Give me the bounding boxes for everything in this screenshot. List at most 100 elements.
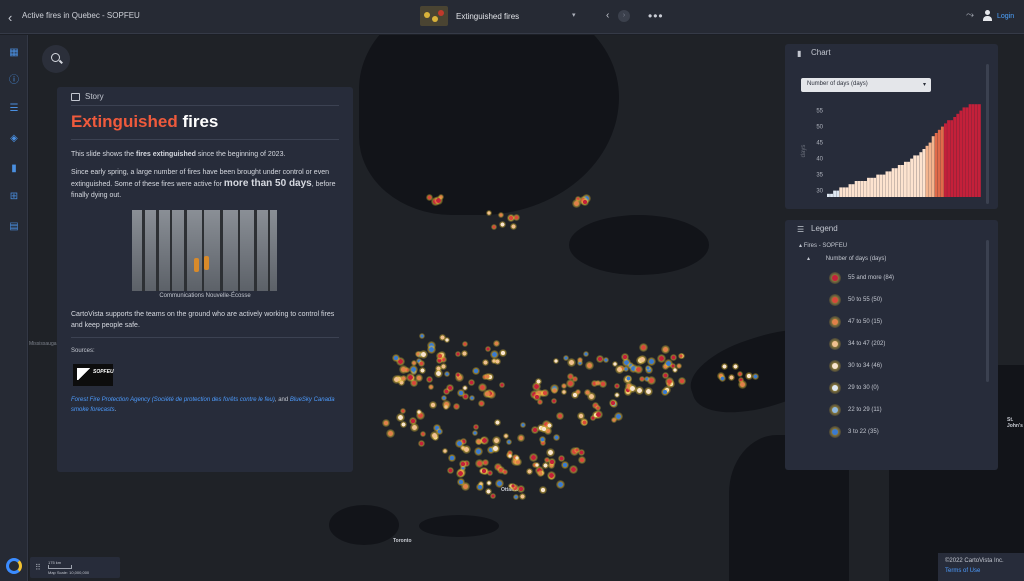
fire-point[interactable] [495,478,505,488]
chart-bar[interactable] [922,149,926,197]
chart-bar[interactable] [854,181,858,197]
chart-bar[interactable] [882,174,886,197]
map-icon[interactable]: ▦ [8,47,20,59]
chart-bar[interactable] [876,174,880,197]
chart-bar[interactable] [827,193,830,197]
chart-bar[interactable] [857,181,861,197]
fire-point[interactable] [453,402,461,410]
user-icon[interactable] [982,10,992,21]
fire-point[interactable] [498,348,507,357]
cartovista-logo-icon[interactable] [6,558,22,574]
fire-point[interactable] [454,350,461,357]
fire-point[interactable] [461,445,471,455]
fire-point[interactable] [481,358,489,366]
fire-point[interactable] [448,453,457,462]
legend-group[interactable]: ▴ Fires - SOPFEU [799,242,847,249]
book-icon[interactable]: ▤ [8,221,20,233]
info-icon[interactable]: ⓘ [8,75,20,87]
fire-point[interactable] [461,340,468,347]
chart-bar[interactable] [904,161,907,197]
chart-bar[interactable] [965,107,969,197]
chart-bar[interactable] [934,133,938,197]
fire-point[interactable] [502,432,509,439]
chart-bar[interactable] [977,104,981,197]
fire-point[interactable] [577,449,585,457]
chart-bar[interactable] [897,165,901,197]
chart-bar[interactable] [931,136,935,197]
chart-bar[interactable] [867,177,870,197]
search-icon[interactable] [42,45,70,73]
fire-point[interactable] [436,427,444,435]
chart-bar[interactable] [885,171,889,197]
fire-point[interactable] [416,408,423,415]
fire-point[interactable] [477,399,485,407]
days-bar-chart[interactable]: 30 35 40 45 50 55 days [799,99,989,203]
fire-point[interactable] [568,464,578,474]
fire-point[interactable] [433,369,443,379]
fire-point[interactable] [479,436,489,446]
fire-point[interactable] [485,480,492,487]
fire-point[interactable] [490,443,500,453]
fire-point[interactable] [483,372,491,380]
chart-bar[interactable] [910,158,914,197]
fire-point[interactable] [425,375,433,383]
fire-point[interactable] [475,482,484,491]
previous-slide-icon[interactable]: ‹ [606,10,609,21]
fire-point[interactable] [468,394,475,401]
chart-bar[interactable] [950,120,954,197]
fire-point[interactable] [513,454,520,461]
fire-point[interactable] [555,411,564,420]
fire-point[interactable] [614,411,624,421]
fire-point[interactable] [444,370,451,377]
fire-point[interactable] [530,426,539,435]
fire-point[interactable] [427,344,437,354]
fire-point[interactable] [643,387,653,397]
sopfeu-logo[interactable]: SOPFEU [73,364,114,386]
chart-bar[interactable] [830,193,833,197]
fire-point[interactable] [414,374,423,383]
chart-bar[interactable] [940,126,944,197]
chart-bar[interactable] [900,165,904,197]
fire-point[interactable] [447,466,455,474]
chart-bar[interactable] [894,168,898,197]
fire-point[interactable] [670,362,677,369]
fire-point[interactable] [720,362,728,370]
fire-point[interactable] [417,439,425,447]
more-options-icon[interactable]: ••• [648,9,664,23]
chart-bar[interactable] [968,104,972,197]
chevron-down-icon[interactable]: ▾ [572,11,576,19]
fire-point[interactable] [574,388,581,395]
fire-point[interactable] [419,431,426,438]
chart-bar[interactable] [928,142,932,197]
chart-bar[interactable] [870,177,873,197]
fire-point[interactable] [509,482,516,489]
fire-point[interactable] [585,360,595,370]
chart-bar[interactable] [959,110,963,197]
chart-bar[interactable] [962,107,966,197]
fire-point[interactable] [660,388,669,397]
fire-point[interactable] [490,223,497,230]
chart-bar[interactable] [947,120,950,197]
chart-bar[interactable] [925,145,929,197]
fire-point[interactable] [497,212,504,219]
fire-point[interactable] [638,343,648,353]
chart-icon[interactable]: ▮ [8,163,20,175]
chart-bar[interactable] [888,171,892,197]
fire-point[interactable] [737,379,747,389]
chart-bar[interactable] [971,104,975,197]
fire-point[interactable] [628,383,638,393]
fire-point[interactable] [545,422,553,430]
fire-point[interactable] [436,351,445,360]
chart-bar[interactable] [913,155,917,197]
chart-variable-select[interactable]: Number of days (days) ▾ [801,78,931,92]
fire-point[interactable] [506,214,515,223]
chart-bar[interactable] [953,117,957,197]
fire-point[interactable] [560,382,567,389]
chart-bar[interactable] [842,187,846,197]
fire-point[interactable] [752,372,760,380]
chart-bar[interactable] [937,129,941,197]
fire-point[interactable] [433,195,443,205]
fire-point[interactable] [516,484,525,493]
chart-bar[interactable] [974,104,978,197]
fire-point[interactable] [546,471,556,481]
